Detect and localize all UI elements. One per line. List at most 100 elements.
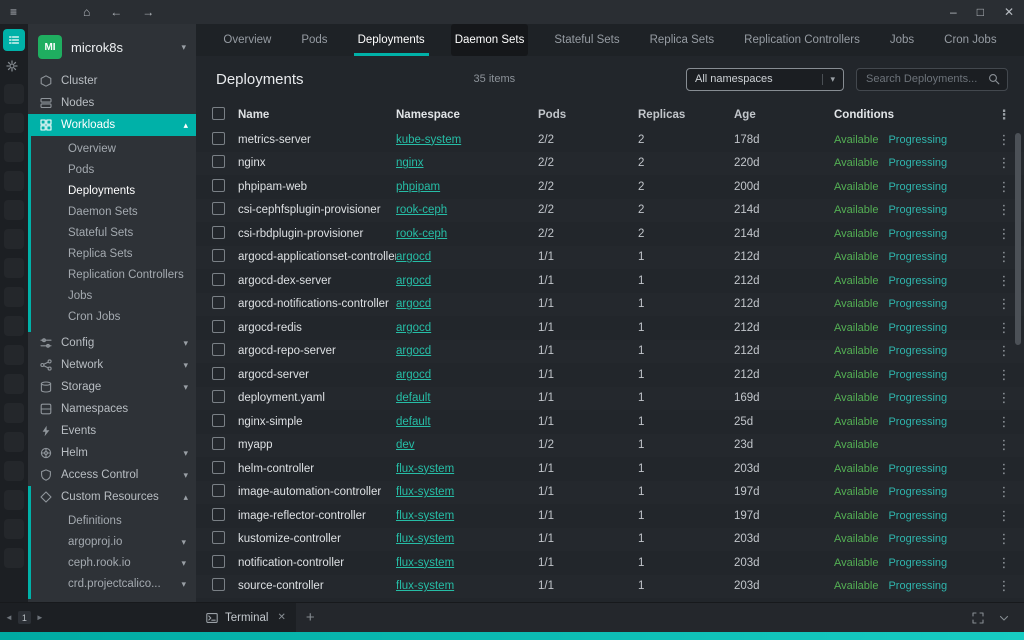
sidebar-subitem-cron-jobs[interactable]: Cron Jobs: [28, 307, 196, 328]
table-settings-kebab-icon[interactable]: ⋮: [992, 107, 1016, 123]
terminal-close-icon[interactable]: ✕: [277, 612, 285, 623]
condition-progressing[interactable]: Progressing: [888, 557, 947, 569]
row-menu-kebab-icon[interactable]: ⋮: [992, 437, 1016, 453]
namespace-link[interactable]: argocd: [396, 345, 431, 357]
row-checkbox[interactable]: [212, 555, 225, 568]
row-checkbox[interactable]: [212, 484, 225, 497]
namespace-filter[interactable]: All namespaces ▾: [686, 68, 844, 91]
column-name[interactable]: Name: [238, 109, 396, 121]
namespace-link[interactable]: argocd: [396, 369, 431, 381]
row-menu-kebab-icon[interactable]: ⋮: [992, 367, 1016, 383]
tab-replication-controllers[interactable]: Replication Controllers: [740, 24, 864, 56]
condition-available[interactable]: Available: [834, 557, 878, 569]
sidebar-subitem-overview[interactable]: Overview: [28, 139, 196, 160]
table-row[interactable]: source-controllerflux-system1/11203dAvai…: [196, 575, 1024, 599]
sidebar-item-namespaces[interactable]: Namespaces: [28, 398, 196, 420]
sidebar-item-access-control[interactable]: Access Control▾: [28, 464, 196, 486]
sidebar-subitem-deployments[interactable]: Deployments: [28, 181, 196, 202]
select-all-checkbox[interactable]: [212, 107, 225, 120]
namespace-link[interactable]: flux-system: [396, 533, 454, 545]
forward-icon[interactable]: →: [132, 0, 164, 24]
column-age[interactable]: Age: [734, 109, 834, 121]
namespace-link[interactable]: rook-ceph: [396, 228, 447, 240]
app-menu-icon[interactable]: ≡: [0, 0, 27, 24]
row-checkbox[interactable]: [212, 132, 225, 145]
sidebar-subitem-pods[interactable]: Pods: [28, 160, 196, 181]
tab-daemon-sets[interactable]: Daemon Sets: [451, 24, 529, 56]
table-row[interactable]: helm-controllerflux-system1/11203dAvaila…: [196, 457, 1024, 481]
table-row[interactable]: csi-rbdplugin-provisionerrook-ceph2/2221…: [196, 222, 1024, 246]
row-checkbox[interactable]: [212, 226, 225, 239]
namespace-link[interactable]: flux-system: [396, 486, 454, 498]
row-menu-kebab-icon[interactable]: ⋮: [992, 296, 1016, 312]
row-checkbox[interactable]: [212, 578, 225, 591]
row-checkbox[interactable]: [212, 202, 225, 215]
namespace-link[interactable]: argocd: [396, 322, 431, 334]
namespace-link[interactable]: argocd: [396, 251, 431, 263]
condition-progressing[interactable]: Progressing: [888, 533, 947, 545]
namespace-link[interactable]: argocd: [396, 275, 431, 287]
condition-progressing[interactable]: Progressing: [888, 463, 947, 475]
back-icon[interactable]: ←: [100, 0, 132, 24]
row-menu-kebab-icon[interactable]: ⋮: [992, 461, 1016, 477]
table-row[interactable]: argocd-notifications-controllerargocd1/1…: [196, 293, 1024, 317]
namespace-link[interactable]: default: [396, 416, 431, 428]
condition-available[interactable]: Available: [834, 181, 878, 193]
terminal-tab[interactable]: Terminal ✕: [196, 603, 296, 632]
condition-available[interactable]: Available: [834, 486, 878, 498]
row-checkbox[interactable]: [212, 249, 225, 262]
row-checkbox[interactable]: [212, 320, 225, 333]
row-checkbox[interactable]: [212, 461, 225, 474]
maximize-button[interactable]: □: [967, 0, 994, 24]
row-menu-kebab-icon[interactable]: ⋮: [992, 226, 1016, 242]
namespace-link[interactable]: dev: [396, 439, 415, 451]
condition-available[interactable]: Available: [834, 251, 878, 263]
column-replicas[interactable]: Replicas: [638, 109, 734, 121]
condition-available[interactable]: Available: [834, 345, 878, 357]
condition-available[interactable]: Available: [834, 510, 878, 522]
row-menu-kebab-icon[interactable]: ⋮: [992, 343, 1016, 359]
tab-jobs[interactable]: Jobs: [886, 24, 918, 56]
tab-replica-sets[interactable]: Replica Sets: [646, 24, 719, 56]
table-row[interactable]: notification-controllerflux-system1/1120…: [196, 551, 1024, 575]
table-scrollbar[interactable]: [1015, 133, 1021, 345]
sidebar-subitem-jobs[interactable]: Jobs: [28, 286, 196, 307]
catalog-button[interactable]: [3, 29, 25, 51]
namespace-link[interactable]: flux-system: [396, 463, 454, 475]
row-menu-kebab-icon[interactable]: ⋮: [992, 508, 1016, 524]
condition-progressing[interactable]: Progressing: [888, 416, 947, 428]
table-row[interactable]: argocd-applicationset-controllerargocd1/…: [196, 246, 1024, 270]
column-namespace[interactable]: Namespace: [396, 109, 538, 121]
namespace-link[interactable]: rook-ceph: [396, 204, 447, 216]
condition-progressing[interactable]: Progressing: [888, 251, 947, 263]
namespace-link[interactable]: flux-system: [396, 557, 454, 569]
row-checkbox[interactable]: [212, 414, 225, 427]
condition-available[interactable]: Available: [834, 369, 878, 381]
sidebar-subitem-stateful-sets[interactable]: Stateful Sets: [28, 223, 196, 244]
condition-available[interactable]: Available: [834, 463, 878, 475]
condition-progressing[interactable]: Progressing: [888, 392, 947, 404]
row-menu-kebab-icon[interactable]: ⋮: [992, 555, 1016, 571]
namespace-link[interactable]: kube-system: [396, 134, 461, 146]
sidebar-item-config[interactable]: Config▾: [28, 332, 196, 354]
cluster-switcher[interactable]: MI microk8s ▾: [28, 24, 196, 70]
condition-available[interactable]: Available: [834, 275, 878, 287]
row-menu-kebab-icon[interactable]: ⋮: [992, 155, 1016, 171]
condition-progressing[interactable]: Progressing: [888, 345, 947, 357]
condition-available[interactable]: Available: [834, 322, 878, 334]
row-menu-kebab-icon[interactable]: ⋮: [992, 414, 1016, 430]
condition-available[interactable]: Available: [834, 228, 878, 240]
row-menu-kebab-icon[interactable]: ⋮: [992, 320, 1016, 336]
row-checkbox[interactable]: [212, 437, 225, 450]
sidebar-subitem-definitions[interactable]: Definitions: [28, 511, 196, 532]
table-row[interactable]: nginx-simpledefault1/1125dAvailableProgr…: [196, 410, 1024, 434]
namespace-link[interactable]: flux-system: [396, 510, 454, 522]
condition-progressing[interactable]: Progressing: [888, 228, 947, 240]
namespace-link[interactable]: nginx: [396, 157, 424, 169]
column-pods[interactable]: Pods: [538, 109, 638, 121]
page-next-icon[interactable]: ►: [36, 613, 44, 622]
namespace-link[interactable]: phpipam: [396, 181, 440, 193]
search-input[interactable]: [864, 72, 988, 86]
new-terminal-button[interactable]: +: [306, 603, 315, 633]
condition-progressing[interactable]: Progressing: [888, 181, 947, 193]
